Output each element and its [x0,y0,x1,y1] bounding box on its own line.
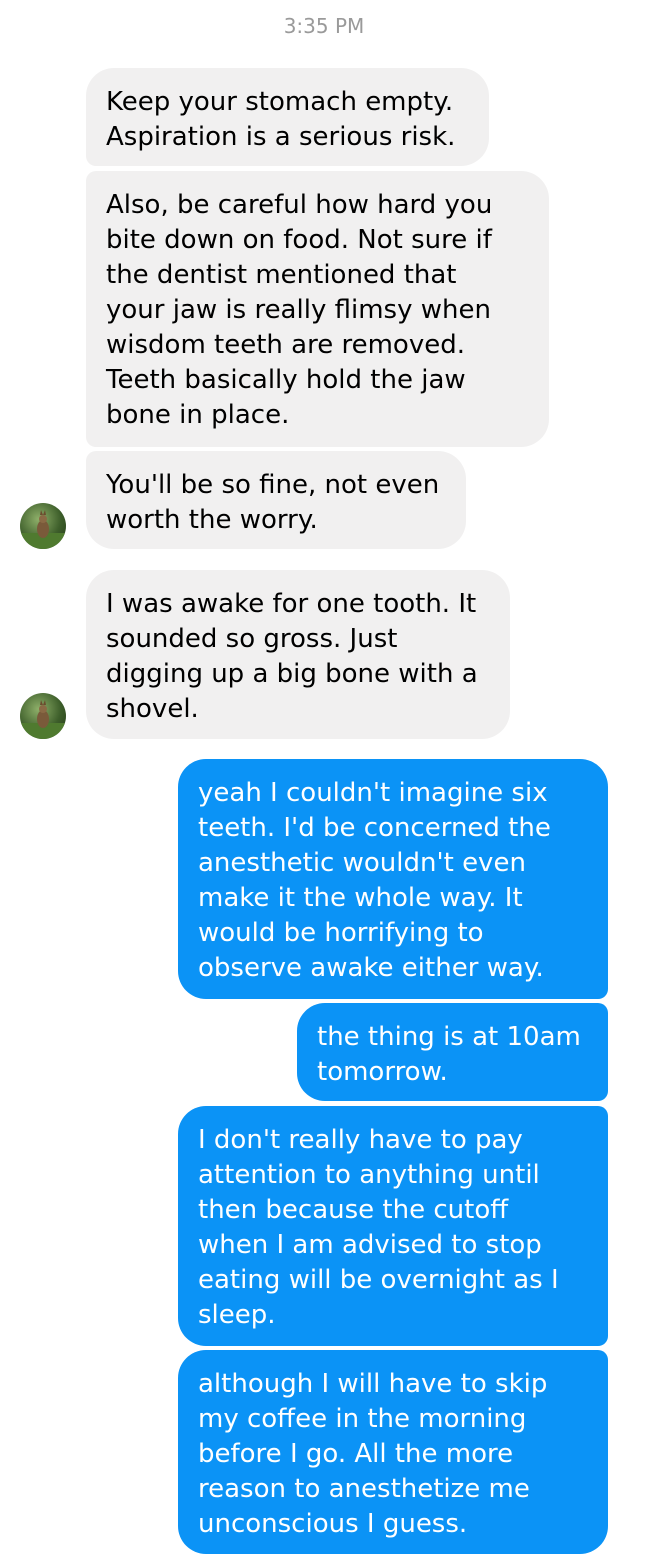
outgoing-message-bubble[interactable]: I don't really have to pay attention to … [178,1106,608,1346]
outgoing-message-bubble[interactable]: yeah I couldn't imagine six teeth. I'd b… [178,759,608,999]
contact-photo-icon [20,700,66,739]
contact-avatar[interactable] [20,503,66,549]
contact-photo-icon [20,510,66,549]
outgoing-message-bubble[interactable]: the thing is at 10am tomorrow. [297,1003,608,1101]
contact-avatar[interactable] [20,693,66,739]
outgoing-message-bubble[interactable]: although I will have to skip my coffee i… [178,1350,608,1554]
incoming-message-bubble[interactable]: I was awake for one tooth. It sounded so… [86,570,510,739]
incoming-message-bubble[interactable]: Also, be careful how hard you bite down … [86,171,549,447]
incoming-message-bubble[interactable]: You'll be so fine, not even worth the wo… [86,451,466,549]
incoming-message-bubble[interactable]: Keep your stomach empty. Aspiration is a… [86,68,489,166]
message-timestamp: 3:35 PM [283,14,365,38]
